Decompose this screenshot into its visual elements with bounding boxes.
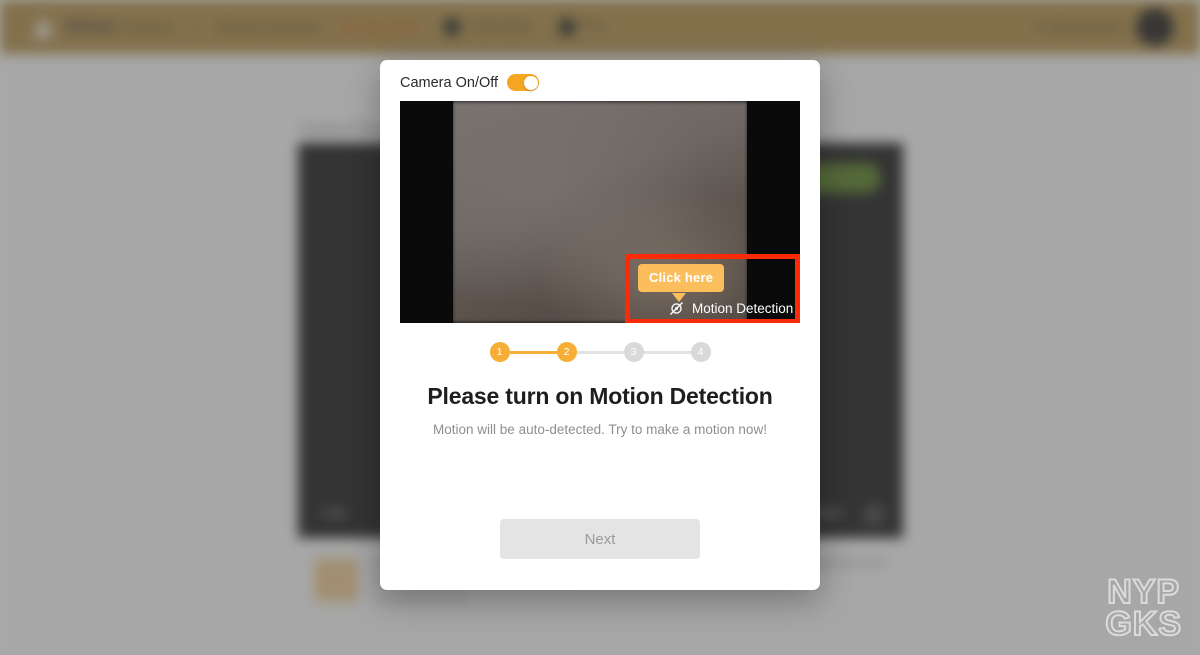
step-bar-2 (576, 350, 624, 354)
camera-preview[interactable]: Click here Motion Detection (400, 101, 800, 323)
watermark-line-1: NYP (1106, 572, 1181, 611)
step-dot-3[interactable]: 3 (623, 342, 644, 362)
video-pillarbox-left (400, 101, 453, 323)
step-dot-4[interactable]: 4 (690, 342, 711, 362)
watermark: NYP GKS (1104, 572, 1182, 644)
next-button[interactable]: Next (500, 519, 700, 559)
modal-header: Camera On/Off (380, 60, 820, 101)
toggle-knob (523, 75, 538, 90)
click-here-tooltip: Click here (638, 264, 725, 292)
step-dot-1[interactable]: 1 (489, 342, 510, 362)
modal-subtitle: Motion will be auto-detected. Try to mak… (433, 422, 767, 437)
watermark-line-2: GKS (1104, 605, 1182, 644)
camera-on-off-toggle[interactable] (507, 74, 540, 91)
step-bar-1 (509, 350, 557, 354)
step-bar-3 (643, 350, 691, 354)
motion-detection-off-icon (670, 302, 683, 315)
modal-title: Please turn on Motion Detection (427, 383, 773, 409)
motion-detection-label: Motion Detection (692, 301, 794, 316)
step-indicator: 1 2 3 4 (380, 342, 820, 362)
camera-toggle-label: Camera On/Off (400, 74, 499, 91)
step-dot-2[interactable]: 2 (556, 342, 577, 362)
onboarding-modal: Camera On/Off Click here Motion Detectio… (380, 60, 820, 590)
motion-detection-control[interactable]: Motion Detection (668, 300, 793, 317)
